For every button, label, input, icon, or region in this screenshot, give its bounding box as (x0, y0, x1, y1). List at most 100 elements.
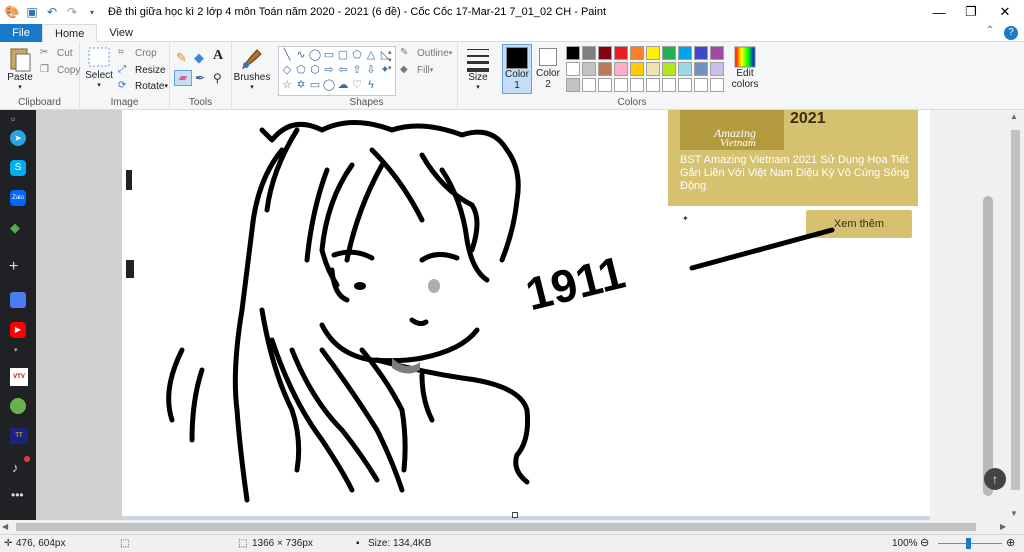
zoom-slider-thumb[interactable] (966, 538, 971, 549)
rectangle-shape-icon[interactable]: ▭ (322, 48, 336, 63)
color-swatch[interactable] (582, 62, 596, 76)
color-swatch[interactable] (630, 62, 644, 76)
save-icon[interactable]: ▣ (24, 4, 40, 20)
paint-image[interactable]: Amazing Vietnam 2021 BST Amazing Vietnam… (122, 110, 930, 516)
color-swatch[interactable] (614, 46, 628, 60)
down-arrow-shape-icon[interactable]: ⇩ (364, 63, 378, 78)
color-swatch[interactable] (566, 78, 580, 92)
polygon-shape-icon[interactable]: ⬠ (350, 48, 364, 63)
undo-icon[interactable]: ↶ (44, 4, 60, 20)
color-swatch[interactable] (694, 78, 708, 92)
color-swatch[interactable] (614, 62, 628, 76)
diamond-shape-icon[interactable]: ◇ (280, 63, 294, 78)
color-swatch[interactable] (614, 78, 628, 92)
curve-shape-icon[interactable]: ∿ (294, 48, 308, 63)
fill-button[interactable]: ◆ Fill ▾ (400, 64, 433, 76)
maximize-button[interactable]: ❐ (954, 0, 988, 24)
color-picker-icon[interactable]: ✒ (195, 71, 205, 85)
rounded-rectangle-shape-icon[interactable]: ▢ (336, 48, 350, 63)
fill-bucket-icon[interactable]: ◆ (194, 50, 204, 66)
color-swatch[interactable] (694, 46, 708, 60)
lightning-shape-icon[interactable]: ϟ (364, 78, 378, 93)
heart-shape-icon[interactable]: ♡ (350, 78, 364, 93)
scroll-up-icon[interactable]: ▲ (1010, 112, 1018, 121)
zoom-out-button[interactable]: ⊖ (920, 536, 929, 549)
cloud-callout-shape-icon[interactable]: ☁ (336, 78, 350, 93)
select-dropdown-icon[interactable]: ▾ (97, 81, 101, 89)
left-arrow-shape-icon[interactable]: ⇦ (336, 63, 350, 78)
up-arrow-shape-icon[interactable]: ⇧ (350, 63, 364, 78)
shapes-scroll-icon[interactable]: ▴ ▾ ▾ (388, 48, 392, 72)
color-swatch[interactable] (710, 62, 724, 76)
color-swatch[interactable] (646, 46, 660, 60)
tab-view[interactable]: View (97, 24, 145, 42)
redo-icon[interactable]: ↷ (64, 4, 80, 20)
vertical-scrollbar[interactable]: ▲ ▼ (1007, 110, 1024, 520)
color-swatch[interactable] (710, 78, 724, 92)
color-swatch[interactable] (646, 78, 660, 92)
color-2-button[interactable]: Color 2 (535, 46, 561, 90)
color-swatch[interactable] (598, 62, 612, 76)
scroll-right-icon[interactable]: ▶ (1000, 522, 1006, 531)
size-button[interactable]: Size ▾ (462, 46, 494, 91)
resize-button[interactable]: ⤢ Resize (118, 64, 166, 76)
horizontal-scroll-thumb[interactable] (16, 523, 976, 531)
tab-file[interactable]: File (0, 24, 42, 42)
color-swatch[interactable] (582, 78, 596, 92)
color-swatch[interactable] (598, 46, 612, 60)
paste-dropdown-icon[interactable]: ▾ (18, 83, 22, 91)
resize-handle-icon[interactable] (512, 512, 518, 518)
horizontal-scrollbar[interactable]: ◀ ▶ (0, 520, 1024, 534)
brushes-button[interactable]: Brushes ▾ (234, 46, 270, 91)
canvas-area[interactable]: ▫ ➤ S Zalo ◆ + ▶ ▾ VTV TT ♪ ••• Amazing … (0, 110, 1024, 520)
line-shape-icon[interactable]: ╲ (280, 48, 294, 63)
color-swatch[interactable] (646, 62, 660, 76)
text-tool-icon[interactable]: A (213, 48, 223, 64)
color-swatch[interactable] (630, 46, 644, 60)
edit-colors-button[interactable]: Edit colors (730, 46, 760, 90)
color-swatch[interactable] (566, 46, 580, 60)
color-swatch[interactable] (630, 78, 644, 92)
vertical-scroll-thumb[interactable] (1011, 130, 1020, 490)
oval-callout-shape-icon[interactable]: ◯ (322, 78, 336, 93)
color-swatch[interactable] (710, 46, 724, 60)
select-button[interactable]: Select ▾ (85, 46, 113, 89)
brushes-dropdown-icon[interactable]: ▾ (250, 83, 254, 91)
minimize-button[interactable]: — (922, 0, 956, 24)
color-swatch[interactable] (694, 62, 708, 76)
hexagon-shape-icon[interactable]: ⬡ (308, 63, 322, 78)
copy-button[interactable]: ❐ Copy (40, 64, 80, 76)
crop-button[interactable]: ⌗ Crop (118, 47, 157, 59)
outline-button[interactable]: ✎ Outline ▾ (400, 47, 452, 59)
zoom-in-button[interactable]: ⊕ (1006, 536, 1015, 549)
pentagon-shape-icon[interactable]: ⬠ (294, 63, 308, 78)
collapse-ribbon-icon[interactable]: ⌃ (986, 25, 994, 36)
color-swatch[interactable] (582, 46, 596, 60)
paste-button[interactable]: Paste ▾ (6, 46, 34, 91)
rotate-button[interactable]: ⟳ Rotate ▾ (118, 80, 168, 92)
scroll-left-icon[interactable]: ◀ (2, 522, 8, 531)
rotate-dropdown-icon[interactable]: ▾ (164, 82, 168, 90)
close-button[interactable]: ✕ (988, 0, 1022, 24)
six-point-star-shape-icon[interactable]: ✡ (294, 78, 308, 93)
color-swatch[interactable] (678, 62, 692, 76)
eraser-icon[interactable]: ▰ (174, 70, 192, 86)
color-swatch[interactable] (662, 46, 676, 60)
shapes-gallery[interactable]: ╲ ∿ ◯ ▭ ▢ ⬠ △ ◺ ◇ ⬠ ⬡ ⇨ ⇦ ⇧ ⇩ ✦ ☆ ✡ ▭ ◯ ☁ ♡ ϟ (278, 46, 396, 96)
triangle-shape-icon[interactable]: △ (364, 48, 378, 63)
size-dropdown-icon[interactable]: ▾ (476, 83, 480, 91)
oval-shape-icon[interactable]: ◯ (308, 48, 322, 63)
color-1-button[interactable]: Color 1 (502, 44, 532, 94)
scroll-down-icon[interactable]: ▼ (1010, 509, 1018, 518)
customize-toolbar-icon[interactable]: ▾ (84, 4, 100, 20)
color-swatch[interactable] (678, 46, 692, 60)
rounded-callout-shape-icon[interactable]: ▭ (308, 78, 322, 93)
five-point-star-shape-icon[interactable]: ☆ (280, 78, 294, 93)
color-swatch[interactable] (662, 78, 676, 92)
magnifier-icon[interactable]: ⚲ (213, 71, 222, 85)
pencil-icon[interactable]: ✎ (176, 50, 187, 66)
right-arrow-shape-icon[interactable]: ⇨ (322, 63, 336, 78)
tab-home[interactable]: Home (42, 24, 98, 43)
color-swatch[interactable] (566, 62, 580, 76)
help-icon[interactable]: ? (1004, 26, 1018, 40)
